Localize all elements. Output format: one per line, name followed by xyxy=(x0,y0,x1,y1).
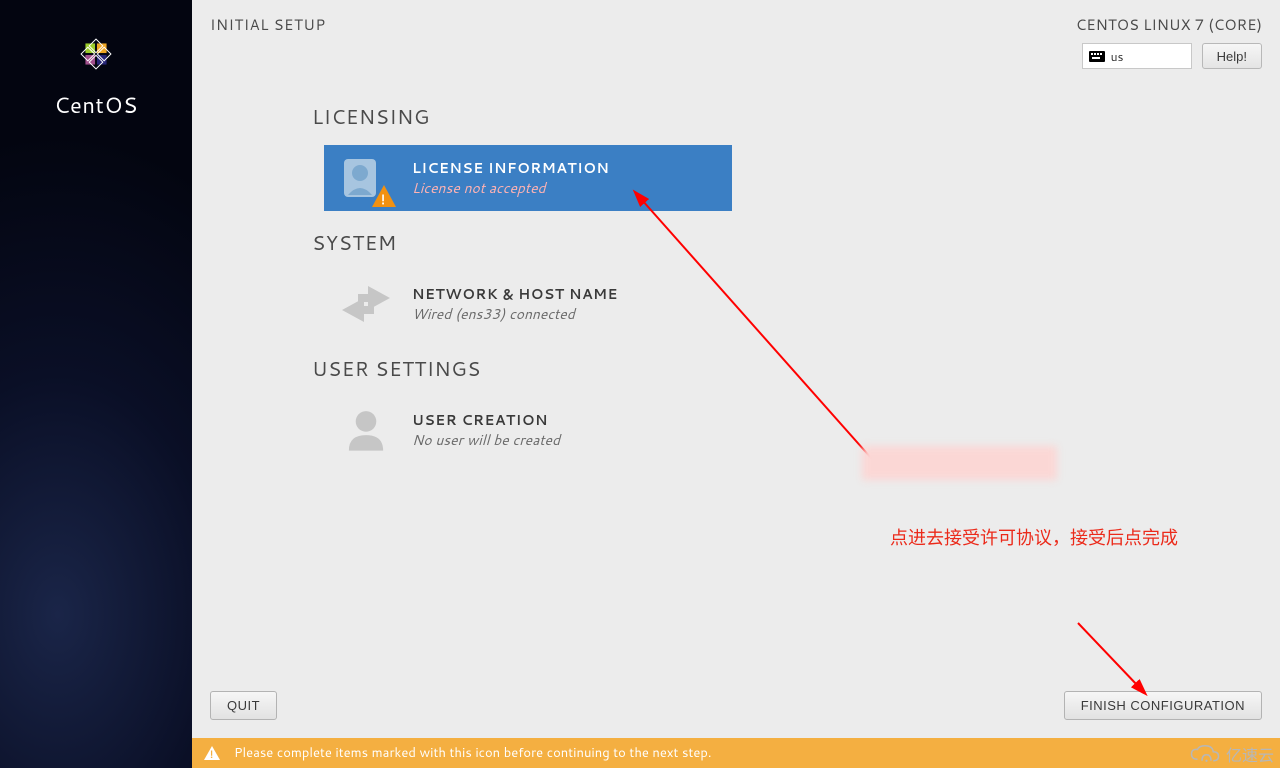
annotation-text: 点进去接受许可协议，接受后点完成 xyxy=(890,524,1178,550)
keyboard-layout-value: us xyxy=(1111,48,1124,65)
spoke-title: USER CREATION xyxy=(412,410,560,430)
section-heading-user: USER SETTINGS xyxy=(312,355,1280,383)
distro-label: CENTOS LINUX 7 (CORE) xyxy=(1076,14,1262,35)
main-area: INITIAL SETUP CENTOS LINUX 7 (CORE) us H… xyxy=(192,0,1280,768)
user-icon xyxy=(338,407,394,453)
section-heading-system: SYSTEM xyxy=(312,229,1280,257)
quit-button[interactable]: QUIT xyxy=(210,691,277,720)
finish-configuration-button[interactable]: FINISH CONFIGURATION xyxy=(1064,691,1262,720)
sidebar: CentOS xyxy=(0,0,192,768)
spoke-title: NETWORK & HOST NAME xyxy=(412,284,618,304)
warning-icon xyxy=(204,746,220,760)
annotation-redaction xyxy=(862,446,1057,480)
centos-logo-icon xyxy=(72,30,120,78)
keyboard-icon xyxy=(1089,51,1105,62)
spoke-user-creation[interactable]: USER CREATION No user will be created xyxy=(324,397,732,463)
bottom-bar: QUIT FINISH CONFIGURATION xyxy=(192,691,1280,720)
license-icon xyxy=(338,155,394,201)
section-heading-licensing: LICENSING xyxy=(312,103,1280,131)
page-title: INITIAL SETUP xyxy=(210,14,326,35)
spoke-title: LICENSE INFORMATION xyxy=(412,158,609,178)
status-bar: Please complete items marked with this i… xyxy=(192,738,1280,768)
watermark-text: 亿速云 xyxy=(1226,742,1274,766)
spoke-status: License not accepted xyxy=(412,178,609,198)
warning-icon xyxy=(372,185,396,207)
watermark: 亿速云 xyxy=(1190,742,1274,766)
spoke-status: No user will be created xyxy=(412,430,560,450)
keyboard-layout-selector[interactable]: us xyxy=(1082,43,1192,69)
spoke-license-information[interactable]: LICENSE INFORMATION License not accepted xyxy=(324,145,732,211)
status-message: Please complete items marked with this i… xyxy=(234,744,711,762)
spoke-status: Wired (ens33) connected xyxy=(412,304,618,324)
top-bar: INITIAL SETUP CENTOS LINUX 7 (CORE) us H… xyxy=(192,0,1280,75)
help-button[interactable]: Help! xyxy=(1202,43,1262,69)
brand-name: CentOS xyxy=(54,90,138,121)
spoke-network-hostname[interactable]: NETWORK & HOST NAME Wired (ens33) connec… xyxy=(324,271,732,337)
network-icon xyxy=(338,281,394,327)
